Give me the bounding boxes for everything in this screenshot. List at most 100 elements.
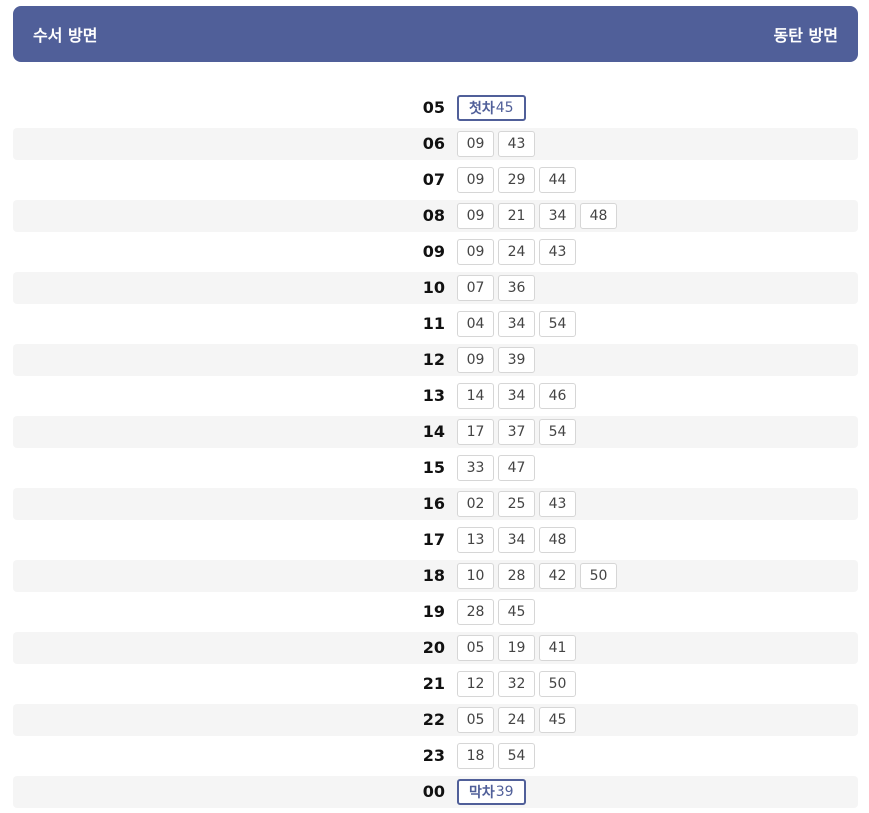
timetable-row: 16 02 25 43	[13, 488, 858, 520]
timetable-row: 13 14 34 46	[13, 380, 858, 412]
hour-label: 05	[422, 98, 445, 117]
departure-minute-chip: 34	[498, 383, 535, 409]
departure-minute: 12	[466, 676, 485, 692]
timetable-row: 09 09 24 43	[13, 236, 858, 268]
timetable-row: 18 10 28 42 50	[13, 560, 858, 592]
departure-minute: 09	[466, 208, 485, 224]
departure-minute-chip: 09	[457, 239, 494, 265]
departure-minute: 18	[466, 748, 485, 764]
departure-minute: 14	[466, 388, 485, 404]
timetable-row: 15 33 47	[13, 452, 858, 484]
departure-minute-chip: 41	[539, 635, 576, 661]
departure-minute: 47	[507, 460, 526, 476]
departure-minute-chip: 09	[457, 347, 494, 373]
departure-minute-chip: 19	[498, 635, 535, 661]
departure-minute-chip: 02	[457, 491, 494, 517]
hour-label: 13	[422, 386, 445, 405]
departure-minute: 28	[466, 604, 485, 620]
departure-minute-chip: 21	[498, 203, 535, 229]
timetable-row: 08 09 21 34 48	[13, 200, 858, 232]
departure-minute: 33	[466, 460, 485, 476]
departure-minute: 13	[466, 532, 485, 548]
departure-minute: 17	[466, 424, 485, 440]
departure-minute: 09	[466, 136, 485, 152]
departure-minute-chip: 34	[498, 527, 535, 553]
hour-label: 16	[422, 494, 445, 513]
departure-minute-chip: 44	[539, 167, 576, 193]
minute-list: 17 37 54	[457, 419, 576, 445]
hour-label: 23	[422, 746, 445, 765]
departure-minute-chip: 32	[498, 671, 535, 697]
departure-minute: 48	[548, 532, 567, 548]
hour-label: 10	[422, 278, 445, 297]
departure-minute-chip: 09	[457, 203, 494, 229]
hour-label: 14	[422, 422, 445, 441]
minute-list: 첫차 45	[457, 95, 526, 121]
departure-minute: 37	[507, 424, 526, 440]
departure-minute-chip: 17	[457, 419, 494, 445]
departure-minute: 34	[507, 532, 526, 548]
departure-minute: 48	[589, 208, 608, 224]
departure-minute-chip: 45	[498, 599, 535, 625]
direction-left-label: 수서 방면	[33, 26, 98, 45]
minute-list: 04 34 54	[457, 311, 576, 337]
minute-list: 09 21 34 48	[457, 203, 617, 229]
departure-minute-chip: 54	[539, 419, 576, 445]
minute-list: 18 54	[457, 743, 535, 769]
hour-label: 18	[422, 566, 445, 585]
departure-minute-chip: 45	[539, 707, 576, 733]
departure-minute-chip: 04	[457, 311, 494, 337]
departure-minute: 36	[507, 280, 526, 296]
departure-minute: 24	[507, 712, 526, 728]
departure-minute-chip: 10	[457, 563, 494, 589]
minute-list: 33 47	[457, 455, 535, 481]
departure-minute-chip: 09	[457, 167, 494, 193]
departure-minute-chip: 43	[498, 131, 535, 157]
departure-minute: 43	[548, 496, 567, 512]
departure-minute: 54	[548, 424, 567, 440]
departure-minute-chip: 48	[580, 203, 617, 229]
departure-minute: 05	[466, 640, 485, 656]
minute-list: 05 24 45	[457, 707, 576, 733]
departure-minute: 04	[466, 316, 485, 332]
timetable-row: 14 17 37 54	[13, 416, 858, 448]
departure-minute: 24	[507, 244, 526, 260]
departure-tag: 첫차	[469, 101, 495, 117]
departure-minute: 50	[589, 568, 608, 584]
departure-minute: 43	[507, 136, 526, 152]
departure-minute-chip: 24	[498, 707, 535, 733]
departure-minute: 32	[507, 676, 526, 692]
departure-minute: 42	[548, 568, 567, 584]
hour-label: 17	[422, 530, 445, 549]
departure-minute: 54	[507, 748, 526, 764]
departure-minute: 44	[548, 172, 567, 188]
hour-label: 09	[422, 242, 445, 261]
departure-minute-chip: 14	[457, 383, 494, 409]
hour-label: 07	[422, 170, 445, 189]
hour-label: 11	[422, 314, 445, 333]
hour-label: 19	[422, 602, 445, 621]
hour-label: 21	[422, 674, 445, 693]
departure-minute: 34	[507, 316, 526, 332]
departure-minute: 21	[507, 208, 526, 224]
departure-minute-chip: 54	[539, 311, 576, 337]
departure-minute-chip: 34	[539, 203, 576, 229]
departure-minute: 39	[507, 352, 526, 368]
departure-minute-chip: 33	[457, 455, 494, 481]
direction-header: 수서 방면 동탄 방면	[13, 6, 858, 62]
minute-list: 13 34 48	[457, 527, 576, 553]
departure-minute-chip: 05	[457, 635, 494, 661]
departure-minute: 50	[548, 676, 567, 692]
departure-minute: 09	[466, 352, 485, 368]
minute-list: 12 32 50	[457, 671, 576, 697]
hour-label: 12	[422, 350, 445, 369]
departure-minute-chip: 09	[457, 131, 494, 157]
departure-minute-chip: 25	[498, 491, 535, 517]
departure-minute-chip: 36	[498, 275, 535, 301]
minute-list: 10 28 42 50	[457, 563, 617, 589]
departure-minute: 29	[507, 172, 526, 188]
timetable-row: 17 13 34 48	[13, 524, 858, 556]
departure-minute-chip: 50	[539, 671, 576, 697]
minute-list: 막차 39	[457, 779, 526, 805]
departure-minute: 34	[548, 208, 567, 224]
